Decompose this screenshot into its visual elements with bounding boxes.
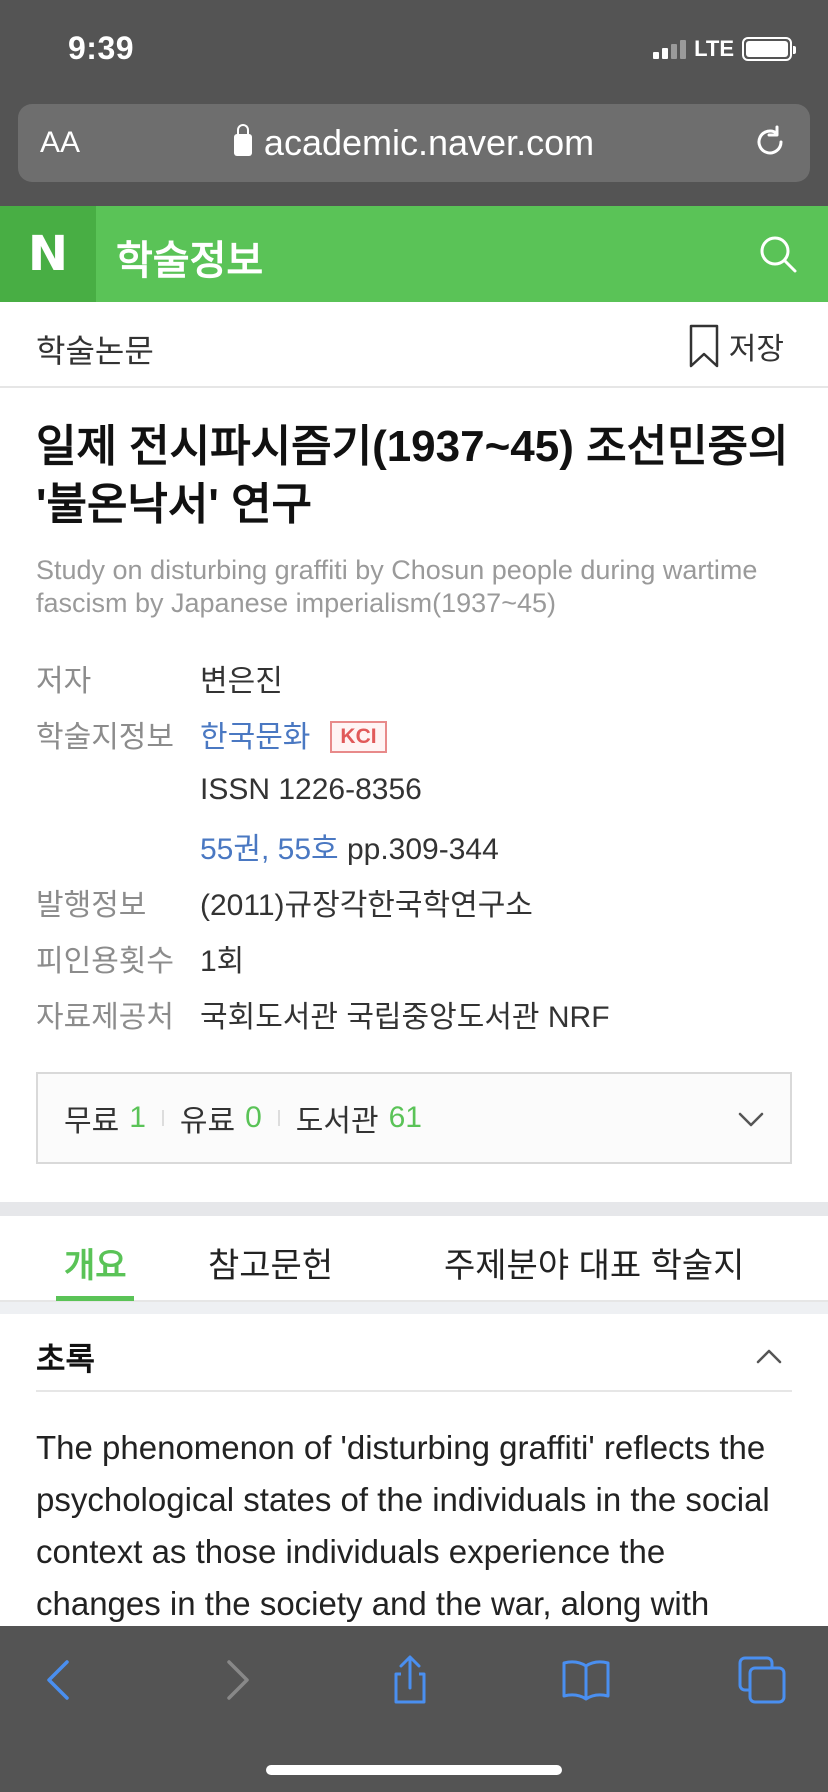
battery-icon [742,37,796,61]
paper-subtitle: Study on disturbing graffiti by Chosun p… [36,555,758,618]
chevron-down-icon[interactable] [736,1104,766,1134]
access-options[interactable]: 무료 1 유료 0 도서관 61 [36,1072,792,1164]
free-count: 1 [129,1101,146,1134]
library-label: 도서관 [295,1105,379,1138]
tab-references[interactable]: 참고문헌 [208,1238,333,1287]
status-time: 9:39 [68,30,135,66]
paid-label: 유료 [179,1105,236,1138]
free-label: 무료 [64,1105,120,1138]
info-row-issn: ISSN 1226-8356 [36,762,796,818]
chevron-up-icon[interactable] [754,1342,784,1372]
library-count: 61 [388,1101,422,1134]
tab-related-journals[interactable]: 주제분야 대표 학술지 [444,1238,744,1287]
divider [161,1110,164,1126]
save-button[interactable]: 저장 [689,324,784,368]
naver-logo[interactable]: N [0,206,96,302]
info-label: 학술지정보 [36,721,174,754]
section-bar: 학술논문 저장 [0,302,828,388]
info-row-provider: 자료제공처 국회도서관 국립중앙도서관 NRF [36,986,796,1042]
tab-bar: 개요 참고문헌 주제분야 대표 학술지 [0,1216,828,1302]
info-row-publication: 발행정보 (2011)규장각한국학연구소 [36,874,796,930]
share-icon[interactable] [384,1654,436,1706]
abstract-heading: 초록 [36,1341,95,1377]
cited-count: 1회 [200,945,245,978]
journal-link[interactable]: 한국문화 [200,721,310,754]
info-label: 저자 [36,665,92,698]
provider-links[interactable]: 국회도서관 국립중앙도서관 NRF [200,992,610,1036]
status-indicators: LTE [653,36,796,62]
abstract-text: The phenomenon of 'disturbing graffiti' … [36,1429,770,1622]
tab-overview[interactable]: 개요 [64,1238,127,1287]
save-label: 저장 [728,333,784,366]
url-bar[interactable]: AA academic.naver.com [18,104,810,182]
active-tab-indicator [56,1296,134,1301]
author-name: 변은진 [200,665,283,698]
info-row-volume: 55권, 55호 pp.309-344 [36,818,796,874]
divider [277,1110,280,1126]
network-type: LTE [694,36,734,61]
signal-icon [653,39,687,59]
info-row-author: 저자 변은진 [36,650,796,706]
issn: ISSN 1226-8356 [200,773,422,806]
bookmarks-icon[interactable] [560,1654,612,1706]
search-icon[interactable] [758,234,798,274]
bookmark-icon [689,324,719,368]
site-title[interactable]: 학술정보 [116,228,263,286]
forward-icon[interactable] [210,1654,262,1706]
reload-icon[interactable] [752,124,788,160]
site-header: N 학술정보 [0,206,828,302]
paper-title: 일제 전시파시즘기(1937~45) 조선민중의 '불온낙서' 연구 [36,422,789,529]
info-row-cited: 피인용횟수 1회 [36,930,796,986]
info-label: 발행정보 [36,889,147,922]
home-indicator[interactable] [266,1765,562,1775]
tabs-icon[interactable] [736,1654,788,1706]
section-label: 학술논문 [36,333,154,369]
pages: pp.309-344 [346,833,499,866]
info-label: 자료제공처 [36,1001,174,1034]
section-divider [0,1302,828,1314]
publication-info: (2011)규장각한국학연구소 [200,889,533,922]
kci-badge: KCI [330,721,387,753]
abstract-header[interactable]: 초록 [36,1316,792,1392]
paid-count: 0 [245,1101,262,1134]
browser-top-bar: 9:39 LTE AA academic.naver.com [0,0,828,206]
info-label: 피인용횟수 [36,945,174,978]
volume-issue-link[interactable]: 55권, 55호 [200,833,339,866]
url-display[interactable]: academic.naver.com [18,122,810,164]
lock-icon [233,124,252,156]
url-text: academic.naver.com [263,122,595,163]
info-row-journal: 학술지정보 한국문화 KCI [36,706,796,762]
section-divider [0,1202,828,1216]
paper-info: 저자 변은진 학술지정보 한국문화 KCI ISSN 1226-8356 55권,… [36,650,796,1042]
back-icon[interactable] [34,1654,86,1706]
